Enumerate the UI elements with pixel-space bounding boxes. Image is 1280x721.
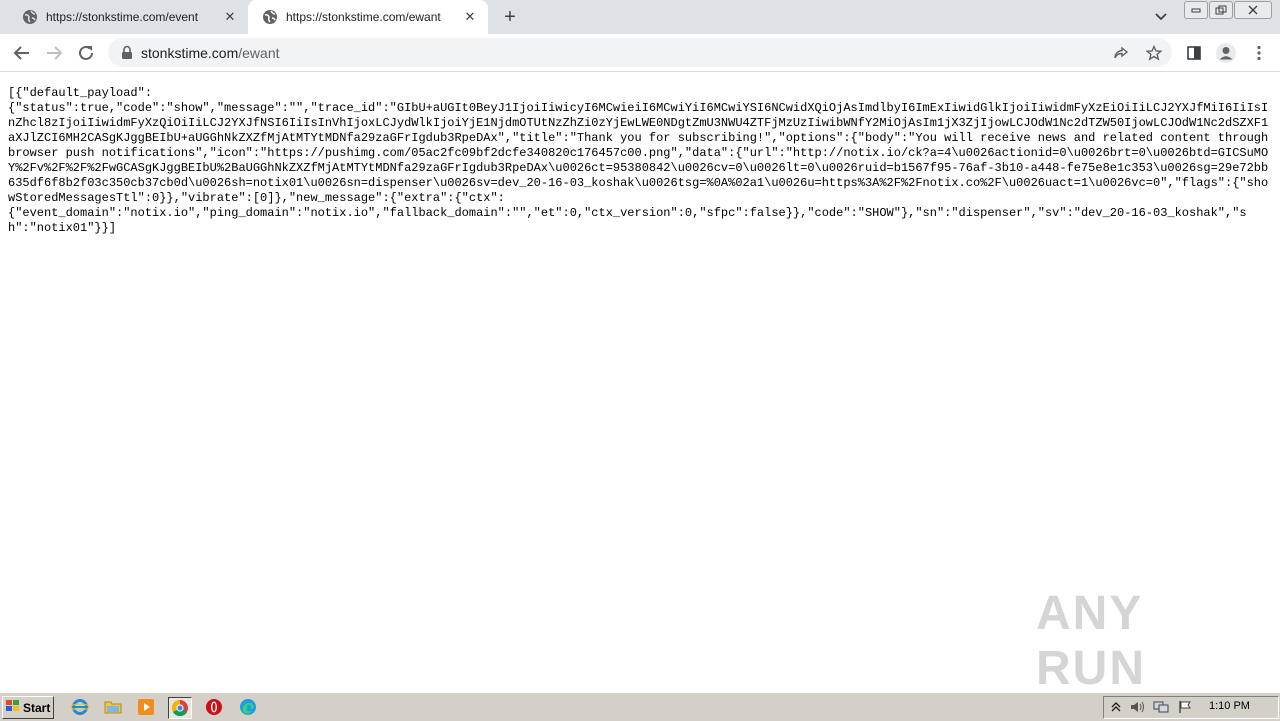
chrome-icon[interactable]: [168, 697, 192, 719]
globe-icon: [262, 9, 278, 25]
plus-icon[interactable]: +: [498, 5, 522, 29]
reload-icon[interactable]: [73, 40, 99, 66]
arrow-left-icon[interactable]: [9, 40, 35, 66]
tab-strip: https://stonkstime.com/event ✕ https://s…: [0, 0, 1280, 34]
internet-explorer-icon[interactable]: [69, 697, 91, 717]
kebab-menu-icon[interactable]: [1246, 40, 1272, 66]
start-button[interactable]: Start: [2, 696, 54, 719]
close-icon[interactable]: ✕: [220, 7, 240, 27]
tab-title: https://stonkstime.com/ewant: [286, 10, 441, 24]
taskbar: Start 1:10 PM: [0, 692, 1280, 721]
browser-toolbar: stonkstime.com/ewant: [0, 34, 1280, 72]
minimize-button[interactable]: [1184, 1, 1208, 19]
tab-ewant[interactable]: https://stonkstime.com/ewant ✕: [248, 0, 488, 34]
address-bar[interactable]: stonkstime.com/ewant: [108, 38, 1172, 67]
window-close-button[interactable]: [1234, 1, 1272, 19]
watermark-text: ANY RUN: [1036, 587, 1146, 695]
url-path: /ewant: [238, 45, 280, 61]
tab-event[interactable]: https://stonkstime.com/event ✕: [8, 0, 248, 34]
url-text: stonkstime.com/ewant: [141, 45, 280, 61]
arrow-right-icon[interactable]: [41, 40, 67, 66]
clock[interactable]: 1:10 PM: [1209, 700, 1250, 712]
chevron-down-icon[interactable]: [1150, 7, 1172, 27]
system-tray: 1:10 PM: [1103, 696, 1279, 719]
show-hidden-icons-icon[interactable]: [1107, 699, 1125, 715]
star-icon[interactable]: [1145, 44, 1163, 62]
tab-title: https://stonkstime.com/event: [46, 10, 199, 24]
json-response-text: [{"default_payload": {"status":true,"cod…: [8, 86, 1269, 235]
edge-icon[interactable]: [237, 697, 259, 717]
file-explorer-icon[interactable]: [102, 697, 124, 717]
anyrun-watermark: ANY RUN: [1036, 587, 1236, 695]
close-icon[interactable]: ✕: [460, 7, 480, 27]
start-label: Start: [23, 700, 51, 715]
volume-icon[interactable]: [1128, 699, 1146, 715]
side-panel-icon[interactable]: [1181, 40, 1207, 66]
lock-icon[interactable]: [120, 45, 134, 60]
globe-icon: [22, 9, 38, 25]
opera-icon[interactable]: [203, 697, 225, 717]
windows-logo-icon: [6, 700, 20, 715]
share-icon[interactable]: [1112, 44, 1130, 62]
action-center-flag-icon[interactable]: [1176, 699, 1194, 715]
profile-icon[interactable]: [1213, 40, 1239, 66]
restore-button[interactable]: [1209, 1, 1233, 19]
url-host: stonkstime.com: [141, 45, 239, 61]
media-player-icon[interactable]: [135, 697, 157, 717]
network-icon[interactable]: [1152, 699, 1170, 715]
